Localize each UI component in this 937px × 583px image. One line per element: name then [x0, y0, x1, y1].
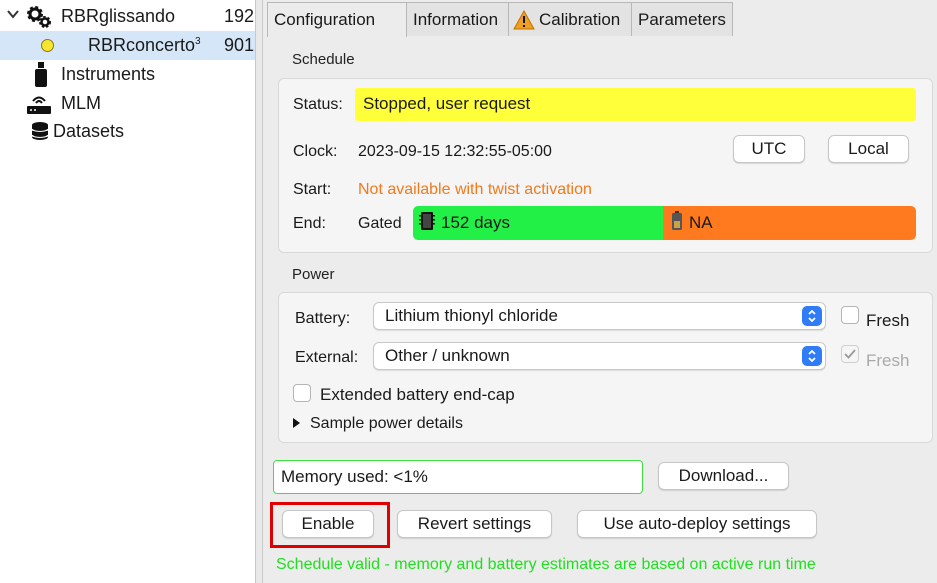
router-icon	[26, 91, 52, 117]
pane-splitter[interactable]	[255, 0, 263, 583]
battery-select-value: Lithium thionyl chloride	[385, 306, 558, 325]
external-fresh-label: Fresh	[866, 351, 910, 370]
status-field: Stopped, user request	[355, 88, 916, 121]
external-label: External:	[295, 349, 359, 366]
gears-icon	[26, 4, 52, 30]
disclosure-triangle-icon	[293, 415, 300, 433]
sample-power-label: Sample power details	[310, 415, 463, 432]
battery-fresh-checkbox[interactable]	[841, 306, 859, 324]
schedule-group-title: Schedule	[292, 51, 355, 68]
database-icon	[27, 119, 53, 145]
extended-endcap-checkbox[interactable]	[293, 384, 311, 402]
tab-bar: Configuration Information Calibration Pa…	[263, 0, 937, 37]
memory-estimate: 152 days	[413, 206, 663, 240]
battery-estimate-text: NA	[689, 213, 713, 232]
tab-label: Parameters	[638, 9, 726, 29]
instrument-icon	[28, 61, 54, 88]
tree-item-rbrglissando[interactable]: RBRglissando 192	[0, 2, 255, 31]
battery-select[interactable]: Lithium thionyl chloride	[373, 302, 826, 330]
battery-icon	[671, 210, 683, 236]
end-estimate-bar: 152 days NA	[413, 206, 916, 240]
select-arrows-icon	[802, 306, 822, 326]
battery-label: Battery:	[295, 310, 351, 327]
external-select[interactable]: Other / unknown	[373, 342, 826, 370]
status-label: Status:	[293, 96, 343, 113]
battery-estimate: NA	[663, 206, 916, 240]
external-select-value: Other / unknown	[385, 346, 510, 365]
end-mode: Gated	[358, 215, 402, 232]
tree-item-label: Datasets	[53, 121, 125, 141]
tab-calibration[interactable]: Calibration	[508, 2, 632, 36]
validation-message: Schedule valid - memory and battery esti…	[276, 556, 816, 573]
enable-button[interactable]: Enable	[282, 510, 374, 538]
local-button[interactable]: Local	[828, 135, 909, 163]
tree-item-datasets[interactable]: Datasets	[0, 117, 255, 146]
instrument-tree: RBRglissando 192 RBRconcerto3 901. Instr…	[0, 0, 255, 583]
tab-parameters[interactable]: Parameters	[631, 2, 733, 36]
sample-power-disclosure[interactable]: Sample power details	[293, 415, 463, 433]
external-fresh-checkbox	[841, 345, 859, 363]
tree-item-label: RBRglissando	[61, 6, 176, 26]
tree-item-instruments[interactable]: Instruments	[0, 60, 255, 89]
revert-settings-button[interactable]: Revert settings	[397, 510, 552, 538]
configuration-pane: Configuration Information Calibration Pa…	[263, 0, 937, 583]
power-group-title: Power	[292, 266, 335, 283]
tab-label: Information	[413, 9, 499, 29]
warning-icon	[513, 9, 535, 30]
tree-item-rbrconcerto[interactable]: RBRconcerto3 901.	[0, 31, 255, 60]
tab-configuration[interactable]: Configuration	[267, 2, 407, 37]
tree-item-label: Instruments	[61, 64, 156, 84]
select-arrows-icon	[802, 346, 822, 366]
end-label: End:	[293, 215, 326, 232]
memory-used-field: Memory used: <1%	[273, 460, 643, 494]
start-label: Start:	[293, 181, 332, 198]
utc-button[interactable]: UTC	[733, 135, 805, 163]
status-dot-icon	[34, 33, 60, 59]
tab-label: Configuration	[274, 10, 376, 29]
start-value: Not available with twist activation	[358, 181, 592, 198]
memory-days-text: 152 days	[441, 213, 510, 232]
battery-fresh-label: Fresh	[866, 311, 910, 330]
tree-item-label: MLM	[61, 93, 101, 113]
clock-value: 2023-09-15 12:32:55-05:00	[358, 143, 552, 160]
chevron-down-icon[interactable]	[6, 7, 22, 25]
tree-item-value: 192	[224, 6, 255, 26]
tab-label: Calibration	[539, 9, 621, 29]
memory-chip-icon	[419, 211, 435, 236]
extended-endcap-label: Extended battery end-cap	[320, 385, 515, 404]
auto-deploy-button[interactable]: Use auto-deploy settings	[577, 510, 817, 538]
tree-item-superscript: 3	[195, 36, 201, 47]
tab-information[interactable]: Information	[406, 2, 509, 36]
download-button[interactable]: Download...	[658, 462, 789, 490]
clock-label: Clock:	[293, 143, 338, 160]
tree-item-value: 901.	[224, 35, 255, 55]
tree-item-mlm[interactable]: MLM	[0, 89, 255, 118]
tree-item-label: RBRconcerto3	[88, 35, 201, 55]
